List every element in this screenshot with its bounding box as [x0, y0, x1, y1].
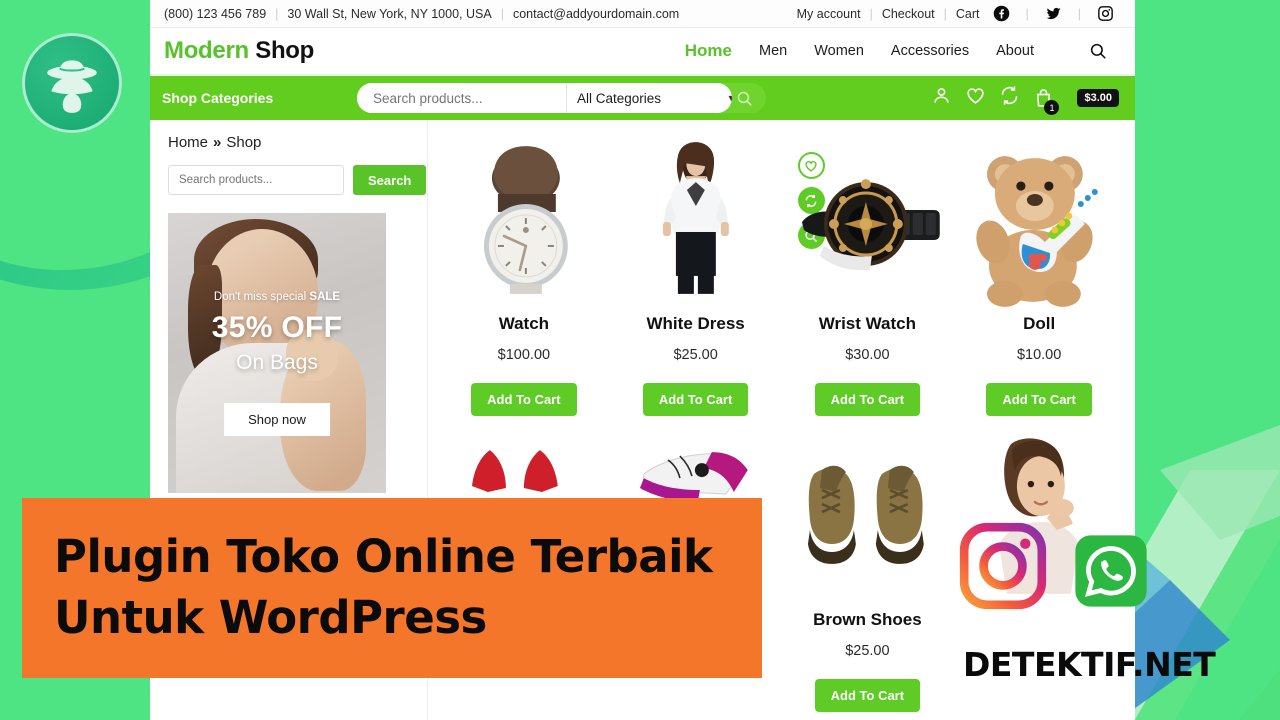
shop-categories-label[interactable]: Shop Categories [162, 90, 357, 106]
site-logo[interactable]: Modern Shop [164, 37, 314, 65]
heart-icon[interactable] [965, 85, 986, 111]
store-address: 30 Wall St, New York, NY 1000, USA [287, 6, 492, 21]
whatsapp-icon [1075, 535, 1147, 607]
add-to-cart-button[interactable]: Add To Cart [814, 679, 921, 712]
category-select[interactable]: All Categories [566, 83, 732, 113]
product-image-brown-shoes[interactable] [788, 434, 948, 604]
cart-button[interactable]: 1 [1033, 87, 1060, 115]
social-links: | | [986, 5, 1122, 22]
cart-count-badge: 1 [1044, 100, 1060, 115]
product-card-watch[interactable]: Watch $100.00 Add To Cart [438, 134, 610, 416]
watermark: DETEKTIF.NET [963, 645, 1216, 684]
twitter-icon[interactable] [1045, 5, 1062, 22]
divider: | [943, 6, 947, 21]
product-image-white-dress[interactable] [616, 138, 776, 308]
title-banner: Plugin Toko Online Terbaik Untuk WordPre… [22, 498, 762, 678]
add-to-cart-button[interactable]: Add To Cart [814, 383, 921, 416]
divider: | [1077, 6, 1081, 21]
product-card-wrist-watch[interactable]: Wrist Watch $30.00 Add To Cart [782, 134, 954, 416]
divider: | [1025, 6, 1029, 21]
divider: | [869, 6, 873, 21]
divider: | [500, 6, 504, 21]
product-name: White Dress [646, 314, 745, 333]
product-card-brown-shoes[interactable]: Brown Shoes $25.00 Add To Cart [782, 430, 954, 712]
facebook-icon[interactable] [993, 5, 1010, 22]
product-row: Watch $100.00 Add To Cart White Dress $2… [438, 134, 1125, 416]
product-price: $100.00 [497, 347, 551, 363]
product-price: $10.00 [1016, 347, 1062, 363]
add-to-cart-button[interactable]: Add To Cart [471, 383, 577, 416]
breadcrumb-home[interactable]: Home [168, 134, 208, 151]
promo-eyebrow-strong: SALE [309, 291, 341, 303]
promo-subline: On Bags [236, 351, 318, 374]
product-image-watch[interactable] [444, 138, 604, 308]
sidebar-search-input[interactable] [168, 165, 344, 195]
product-image-doll[interactable] [959, 138, 1119, 308]
breadcrumb: Home » Shop [168, 134, 409, 151]
nav-item-about[interactable]: About [996, 43, 1034, 59]
product-card-doll[interactable]: Doll $10.00 Add To Cart [953, 134, 1125, 416]
product-card-white-dress[interactable]: White Dress $25.00 Add To Cart [610, 134, 782, 416]
banner-line-1: Plugin Toko Online Terbaik [54, 530, 713, 584]
product-search-group: All Categories ▾ [357, 83, 732, 113]
add-to-cart-button[interactable]: Add To Cart [642, 383, 749, 416]
sidebar-search-group: Search [168, 165, 427, 195]
divider: | [275, 6, 279, 21]
link-my-account[interactable]: My account [797, 7, 861, 21]
link-cart[interactable]: Cart [956, 7, 980, 21]
nav-item-women[interactable]: Women [814, 43, 864, 59]
logo-text-secondary: Shop [248, 37, 315, 64]
banner-line-2: Untuk WordPress [54, 591, 487, 644]
contact-email: contact@addyourdomain.com [512, 6, 680, 21]
logo-text-primary: Modern [164, 37, 249, 64]
header-actions: 1 $3.00 [931, 85, 1123, 115]
link-checkout[interactable]: Checkout [882, 7, 935, 21]
product-name: Brown Shoes [813, 610, 922, 629]
nav-item-accessories[interactable]: Accessories [891, 43, 969, 59]
top-info-bar: (800) 123 456 789 | 30 Wall St, New York… [150, 0, 1135, 28]
instagram-icon[interactable] [1097, 5, 1114, 22]
phone-number: (800) 123 456 789 [164, 6, 267, 21]
detektif-logo-badge [22, 33, 122, 133]
promo-eyebrow-text: Don't miss special [213, 291, 310, 303]
cart-total: $3.00 [1077, 89, 1119, 107]
sidebar-search-button[interactable]: Search [353, 165, 427, 195]
nav-item-home[interactable]: Home [685, 41, 732, 61]
add-to-cart-button[interactable]: Add To Cart [986, 383, 1092, 416]
compare-icon[interactable] [999, 85, 1020, 111]
main-navbar: Modern Shop Home Men Women Accessories A… [150, 28, 1135, 76]
search-icon[interactable] [1089, 42, 1107, 60]
product-price: $30.00 [845, 347, 890, 363]
product-name: Watch [498, 314, 550, 333]
product-name: Doll [1023, 314, 1056, 333]
instagram-icon [959, 522, 1047, 610]
category-search-bar: Shop Categories All Categories ▾ [150, 76, 1135, 120]
product-name: Wrist Watch [818, 314, 917, 333]
detective-hat-icon [47, 60, 97, 113]
category-select-wrap: All Categories ▾ [566, 83, 732, 113]
product-image-wrist-watch[interactable] [788, 138, 948, 308]
nav-links: Home Men Women Accessories About [685, 41, 1121, 61]
product-price: $25.00 [845, 643, 890, 659]
promo-eyebrow: Don't miss special SALE [168, 291, 386, 303]
promo-headline: 35% OFF [211, 311, 343, 344]
nav-item-men[interactable]: Men [759, 43, 787, 59]
top-links: My account | Checkout | Cart | | [797, 5, 1121, 22]
breadcrumb-separator: » [213, 134, 222, 151]
search-input[interactable] [357, 83, 566, 113]
promo-banner[interactable]: Don't miss special SALE 35% OFF On Bags … [168, 213, 386, 493]
user-icon[interactable] [931, 85, 952, 111]
promo-shop-now-button[interactable]: Shop now [224, 403, 330, 436]
breadcrumb-current: Shop [226, 134, 262, 151]
product-price: $25.00 [673, 347, 718, 363]
